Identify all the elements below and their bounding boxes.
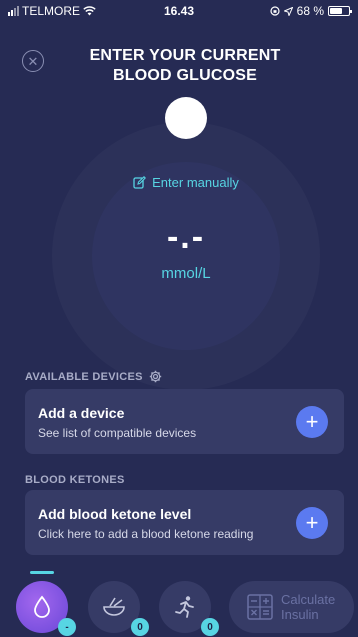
ketones-section-title: BLOOD KETONES <box>25 474 125 486</box>
devices-section-title: AVAILABLE DEVICES <box>25 370 143 383</box>
ketones-section-label: BLOOD KETONES <box>25 474 125 486</box>
add-ketone-title: Add blood ketone level <box>38 506 192 522</box>
close-button[interactable]: ✕ <box>22 50 44 72</box>
active-tab-indicator <box>30 571 54 574</box>
glucose-reading: -.- <box>166 218 206 256</box>
plus-icon: + <box>305 409 319 434</box>
add-ketone-button[interactable]: + <box>296 507 328 539</box>
devices-section-label: AVAILABLE DEVICES <box>25 370 162 383</box>
glucose-unit: mmol/L <box>161 265 211 282</box>
add-device-title: Add a device <box>38 405 125 421</box>
dial-knob-handle[interactable] <box>165 97 207 139</box>
plus-icon: + <box>305 510 319 535</box>
drop-icon <box>34 595 50 618</box>
add-ketone-subtitle: Click here to add a blood ketone reading <box>38 527 254 541</box>
calculate-insulin-label: Calculate Insulin <box>281 592 335 622</box>
edit-icon <box>133 176 147 189</box>
battery-percent: 68 % <box>296 4 324 18</box>
enter-manually-link[interactable]: Enter manually <box>0 175 358 190</box>
calculate-label-line1: Calculate <box>281 592 336 607</box>
gear-icon[interactable] <box>149 370 162 383</box>
location-icon <box>283 6 293 16</box>
close-icon: ✕ <box>27 53 39 69</box>
enter-manually-label: Enter manually <box>152 175 239 190</box>
calculate-insulin-button[interactable]: Calculate Insulin <box>229 581 354 633</box>
food-bowl-icon <box>103 597 125 616</box>
carbs-badge: 0 <box>131 618 149 636</box>
add-device-card[interactable]: Add a device See list of compatible devi… <box>25 389 344 454</box>
glucose-badge: - <box>58 618 76 636</box>
exercise-badge: 0 <box>201 618 219 636</box>
running-icon <box>175 596 194 618</box>
page-title: ENTER YOUR CURRENT BLOOD GLUCOSE <box>89 47 281 84</box>
battery-icon <box>328 6 352 16</box>
status-bar: TELMORE 16.43 68 % <box>0 0 358 22</box>
add-device-button[interactable]: + <box>296 406 328 438</box>
status-right: 68 % <box>270 4 352 18</box>
rotation-lock-icon <box>270 6 280 16</box>
add-device-subtitle: See list of compatible devices <box>38 426 197 440</box>
add-ketone-card[interactable]: Add blood ketone level Click here to add… <box>25 490 344 555</box>
calculator-icon <box>247 594 273 620</box>
calculate-label-line2: Insulin <box>281 607 319 622</box>
